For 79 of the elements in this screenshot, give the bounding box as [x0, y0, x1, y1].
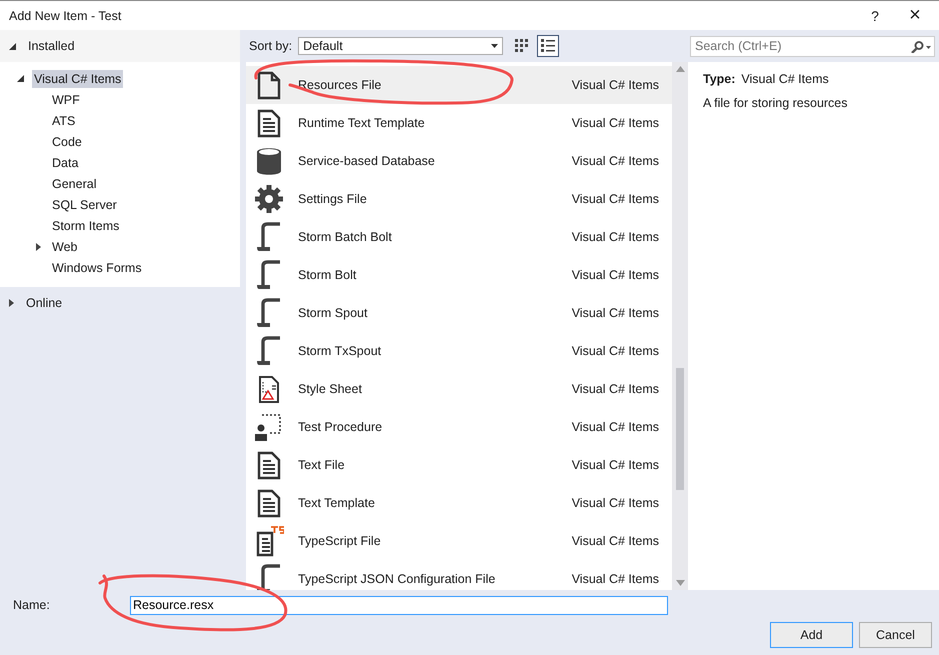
template-list-item[interactable]: Style Sheet Visual C# Items	[246, 370, 672, 408]
template-category: Visual C# Items	[572, 572, 659, 586]
tree-section-header[interactable]: Online	[0, 287, 240, 319]
template-category: Visual C# Items	[572, 458, 659, 472]
template-list-item[interactable]: Resources File Visual C# Items	[246, 66, 672, 104]
template-name: Text File	[298, 458, 346, 472]
gear-icon	[254, 183, 284, 215]
template-list-item[interactable]: TypeScript JSON Configuration File Visual C# Items	[246, 560, 672, 590]
template-name: Storm Bolt	[298, 268, 358, 282]
tree-item[interactable]: Windows Forms	[50, 258, 144, 276]
template-name: TypeScript File	[298, 534, 382, 548]
dropdown-caret-icon	[491, 44, 498, 48]
list-icon	[541, 39, 556, 53]
template-name: Storm TxSpout	[298, 344, 382, 358]
template-name: Settings File	[298, 192, 368, 206]
template-name: TypeScript JSON Configuration File	[298, 572, 496, 586]
grid-icon	[515, 39, 530, 53]
template-category: Visual C# Items	[572, 268, 659, 282]
expander-icon[interactable]	[17, 75, 24, 82]
template-name: Resources File	[298, 78, 382, 92]
sort-dropdown[interactable]: Default	[298, 37, 504, 55]
template-category: Visual C# Items	[572, 420, 659, 434]
tree-item[interactable]: Storm Items	[50, 216, 122, 234]
cancel-button[interactable]: Cancel	[859, 622, 932, 648]
template-category: Visual C# Items	[572, 382, 659, 396]
template-category: Visual C# Items	[572, 154, 659, 168]
tree-section-header[interactable]: Installed	[0, 30, 240, 62]
template-category: Visual C# Items	[572, 116, 659, 130]
window-title: Add New Item - Test	[9, 8, 122, 22]
tree-item[interactable]: ATS	[50, 112, 78, 130]
tree-item[interactable]: General	[50, 174, 98, 192]
typescript-file-icon	[254, 525, 284, 557]
template-category: Visual C# Items	[572, 230, 659, 244]
item-description: A file for storing resources	[703, 96, 849, 110]
template-name: Storm Batch Bolt	[298, 230, 393, 244]
name-label: Name:	[12, 598, 51, 612]
expander-icon[interactable]	[36, 242, 41, 250]
template-list-item[interactable]: Settings File Visual C# Items	[246, 180, 672, 218]
search-icon[interactable]	[910, 40, 932, 52]
template-category: Visual C# Items	[572, 78, 659, 92]
add-button[interactable]: Add	[770, 622, 853, 648]
tree-item[interactable]: SQL Server	[50, 196, 119, 214]
template-list-item[interactable]: Storm Spout Visual C# Items	[246, 294, 672, 332]
tree-item[interactable]: Web	[50, 238, 80, 256]
template-category: Visual C# Items	[572, 534, 659, 548]
type-value: Visual C# Items	[741, 72, 829, 86]
list-view-button[interactable]	[537, 35, 560, 57]
search-field[interactable]: Search (Ctrl+E)	[690, 36, 935, 56]
help-button[interactable]: ?	[855, 2, 895, 30]
template-name: Text Template	[298, 496, 376, 510]
tree-item[interactable]: Visual C# Items	[32, 70, 124, 88]
template-list-item[interactable]: Text File Visual C# Items	[246, 446, 672, 484]
tree-item[interactable]: Code	[50, 132, 84, 150]
tree-item[interactable]: Data	[50, 154, 80, 172]
template-category: Visual C# Items	[572, 344, 659, 358]
scrollbar-thumb[interactable]	[676, 368, 684, 490]
sort-label: Sort by:	[249, 39, 292, 53]
template-name: Storm Spout	[298, 306, 368, 320]
template-name: Style Sheet	[298, 382, 363, 396]
dotted-frame-person-icon	[254, 411, 284, 443]
template-list-item[interactable]: Storm TxSpout Visual C# Items	[246, 332, 672, 370]
tree-item[interactable]: WPF	[50, 90, 82, 108]
template-list-item[interactable]: Runtime Text Template Visual C# Items	[246, 104, 672, 142]
template-category: Visual C# Items	[572, 496, 659, 510]
template-list-item[interactable]: Text Template Visual C# Items	[246, 484, 672, 522]
type-label: Type:	[703, 72, 736, 86]
template-list-item[interactable]: Storm Batch Bolt Visual C# Items	[246, 218, 672, 256]
template-list-item[interactable]: Storm Bolt Visual C# Items	[246, 256, 672, 294]
close-button[interactable]: ×	[895, 2, 935, 30]
template-list-item[interactable]: TypeScript File Visual C# Items	[246, 522, 672, 560]
template-list-item[interactable]: Test Procedure Visual C# Items	[246, 408, 672, 446]
template-name: Service-based Database	[298, 154, 436, 168]
name-field[interactable]: Resource.resx	[130, 596, 668, 614]
template-list-item[interactable]: Service-based Database Visual C# Items	[246, 142, 672, 180]
template-category: Visual C# Items	[572, 306, 659, 320]
vertical-scrollbar[interactable]	[672, 62, 688, 590]
template-category: Visual C# Items	[572, 192, 659, 206]
template-name: Runtime Text Template	[298, 116, 426, 130]
template-name: Test Procedure	[298, 420, 384, 434]
